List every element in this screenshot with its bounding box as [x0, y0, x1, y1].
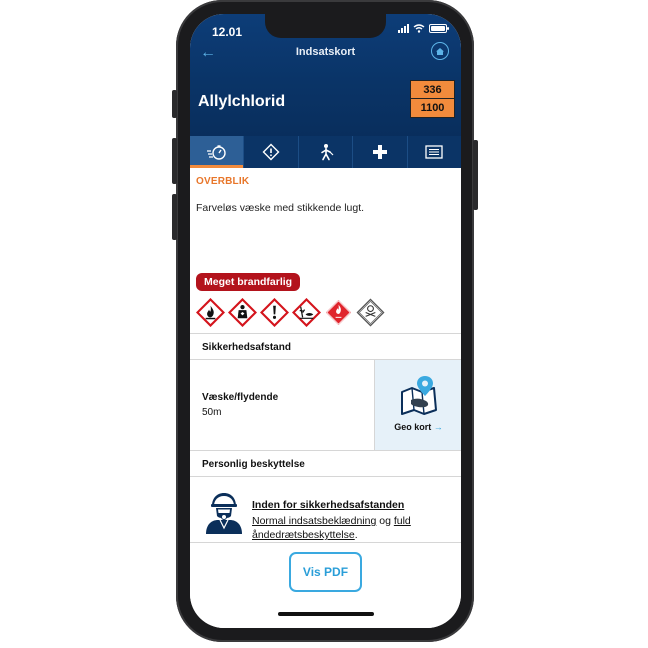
map-pin-icon: [401, 376, 437, 415]
status-time: 12.01: [212, 25, 243, 39]
protection-period: .: [354, 529, 358, 541]
substance-description: Farveløs væske med stikkende lugt.: [196, 202, 365, 214]
health-hazard-pictogram: [228, 298, 257, 327]
firefighter-breathing-apparatus-icon: [206, 493, 242, 534]
wifi-icon: [413, 24, 425, 33]
tab-list[interactable]: [407, 136, 461, 168]
normal-gear-link[interactable]: Normal indsatsbeklædning: [252, 515, 376, 527]
substance-name: Allylchlorid: [198, 93, 286, 110]
protection-text: Normal indsatsbeklædning og fuld åndedræ…: [252, 514, 452, 542]
stopwatch-icon: [206, 145, 226, 160]
battery-icon: [429, 24, 449, 33]
un-orange-plate: 336 1100: [410, 80, 455, 118]
tab-first-aid[interactable]: [353, 136, 408, 168]
flammable-liquid-label: [324, 298, 353, 327]
volume-up-button: [172, 138, 177, 184]
mute-switch: [172, 90, 177, 118]
plus-cross-icon: [372, 145, 387, 159]
home-icon[interactable]: [431, 42, 449, 60]
divider: [190, 476, 461, 477]
divider: [190, 333, 461, 334]
app-screen: 12.01 ← Indsatskort Allylchlorid 336 110…: [190, 14, 461, 628]
geo-map-label: Geo kort →: [375, 422, 461, 432]
protection-heading[interactable]: Inden for sikkerhedsafstanden: [252, 499, 404, 511]
un-number: 1100: [411, 99, 454, 117]
power-button: [473, 140, 478, 210]
substance-state: Væske/flydende: [202, 392, 279, 403]
geo-map-button[interactable]: Geo kort →: [374, 360, 461, 450]
tab-hazards[interactable]: [244, 136, 299, 168]
tab-bar: [190, 136, 461, 168]
personal-protection-title: Personlig beskyttelse: [202, 459, 305, 470]
hazard-badge: Meget brandfarlig: [196, 273, 301, 291]
environment-pictogram: [292, 298, 321, 327]
exclamation-pictogram: [260, 298, 289, 327]
status-icons: [398, 24, 449, 33]
arrow-right-icon: →: [433, 422, 443, 432]
app-header: 12.01 ← Indsatskort Allylchlorid 336 110…: [190, 14, 461, 168]
list-icon: [425, 145, 443, 159]
tab-overview[interactable]: [190, 136, 245, 168]
signal-icon: [398, 24, 409, 33]
notch: [265, 14, 386, 38]
person-icon: [320, 144, 333, 161]
home-indicator[interactable]: [278, 612, 374, 616]
geo-map-link-text: Geo kort: [394, 422, 432, 432]
volume-down-button: [172, 194, 177, 240]
section-title-overview: OVERBLIK: [196, 176, 250, 187]
hazard-id-number: 336: [411, 81, 454, 99]
ghs-pictograms: [196, 298, 385, 327]
warning-diamond-icon: [262, 143, 280, 161]
safety-distance-value: 50m: [202, 407, 222, 418]
flame-pictogram: [196, 298, 225, 327]
protection-connector: og: [376, 515, 394, 527]
tab-personal[interactable]: [298, 136, 354, 168]
page-title: Indsatskort: [295, 46, 356, 58]
safety-distance-title: Sikkerhedsafstand: [202, 342, 291, 353]
toxic-label: [356, 298, 385, 327]
show-pdf-button[interactable]: Vis PDF: [289, 552, 362, 592]
